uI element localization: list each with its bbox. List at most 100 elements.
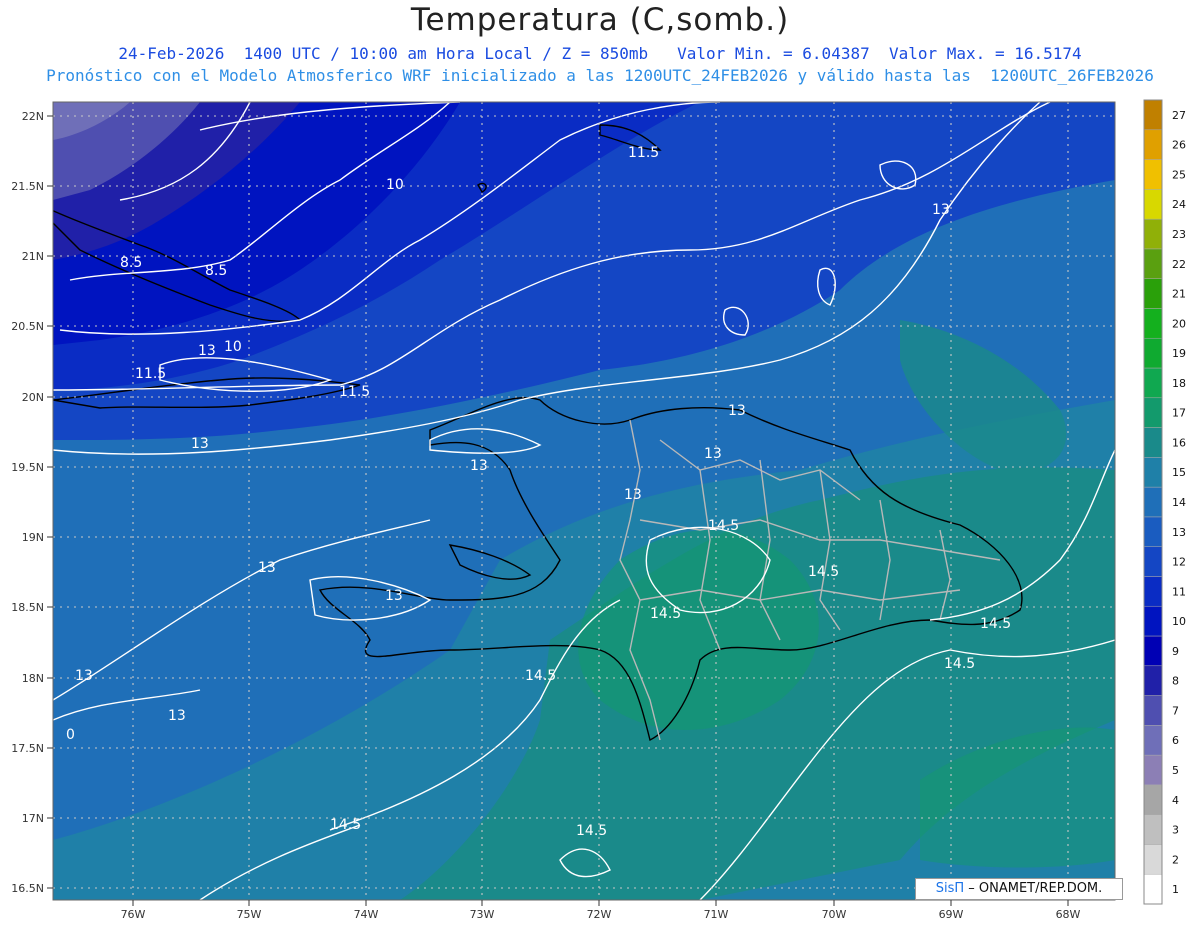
colorbar-level-label: 2	[1172, 853, 1179, 866]
colorbar-swatch	[1143, 814, 1163, 845]
colorbar-swatch	[1143, 873, 1163, 905]
contour-label: 14.5	[330, 817, 361, 833]
longitude-labels: 76W 75W 74W 73W 72W 71W 70W 69W 68W	[121, 908, 1081, 921]
colorbar-level-label: 19	[1172, 347, 1186, 360]
colorbar-swatch	[1143, 189, 1163, 220]
colorbar-swatch	[1143, 546, 1163, 577]
contour-label: 13	[191, 436, 209, 452]
colorbar-swatch	[1143, 605, 1163, 637]
colorbar-swatch	[1143, 308, 1163, 339]
temperature-map: 22N 21.5N 21N 20.5N 20N 19.5N 19N 18.5N …	[11, 99, 1186, 921]
colorbar-swatch	[1143, 218, 1163, 250]
colorbar-level-label: 16	[1172, 436, 1186, 449]
colorbar-level-label: 5	[1172, 764, 1179, 777]
contour-label: 13	[624, 487, 642, 503]
lon-label: 75W	[237, 908, 262, 921]
contour-label: 11.5	[135, 366, 166, 382]
colorbar-swatch	[1143, 784, 1163, 815]
colorbar-level-label: 10	[1172, 615, 1186, 628]
colorbar-level-label: 11	[1172, 585, 1186, 598]
lat-label: 18.5N	[11, 601, 44, 614]
colorbar-swatch	[1143, 576, 1163, 607]
lon-label: 70W	[822, 908, 847, 921]
lon-label: 73W	[470, 908, 495, 921]
credit-text: – ONAMET/REP.DOM.	[968, 881, 1103, 896]
color-scale-legend: 1234567891011121314151617181920212223242…	[1143, 99, 1186, 905]
colorbar-swatch	[1143, 754, 1163, 786]
colorbar-swatch	[1143, 844, 1163, 875]
contour-label: 0	[66, 727, 75, 743]
lon-label: 74W	[354, 908, 379, 921]
colorbar-level-label: 20	[1172, 317, 1186, 330]
contour-label: 13	[728, 403, 746, 419]
lat-label: 16.5N	[11, 882, 44, 895]
colorbar-level-label: 24	[1172, 198, 1186, 211]
colorbar-swatch	[1143, 367, 1163, 399]
colorbar-swatch	[1143, 665, 1163, 696]
colorbar-swatch	[1143, 427, 1163, 458]
sispi-logo: SisΠ	[935, 881, 965, 896]
colorbar-swatch	[1143, 457, 1163, 488]
lat-label: 22N	[22, 110, 44, 123]
colorbar-level-label: 26	[1172, 139, 1186, 152]
colorbar-swatch	[1143, 337, 1163, 369]
contour-label: 14.5	[980, 616, 1011, 632]
colorbar-swatch	[1143, 725, 1163, 756]
shaded-field	[53, 102, 1115, 900]
contour-label: 13	[704, 446, 722, 462]
contour-label: 14.5	[944, 656, 975, 672]
contour-label: 8.5	[205, 263, 227, 279]
colorbar-level-label: 25	[1172, 168, 1186, 181]
colorbar-swatch	[1143, 248, 1163, 279]
lat-label: 19N	[22, 531, 44, 544]
lat-label: 20N	[22, 391, 44, 404]
colorbar-level-label: 18	[1172, 377, 1186, 390]
colorbar-level-label: 12	[1172, 556, 1186, 569]
colorbar-level-label: 14	[1172, 496, 1186, 509]
credit-box: SisΠ – ONAMET/REP.DOM.	[915, 878, 1123, 900]
colorbar-level-label: 27	[1172, 109, 1186, 122]
colorbar-swatch	[1143, 278, 1163, 309]
lon-label: 69W	[939, 908, 964, 921]
colorbar-level-label: 7	[1172, 704, 1179, 717]
colorbar-level-label: 4	[1172, 794, 1179, 807]
contour-label: 14.5	[525, 668, 556, 684]
lon-label: 76W	[121, 908, 146, 921]
contour-label: 14.5	[708, 518, 739, 534]
lat-label: 19.5N	[11, 461, 44, 474]
colorbar-swatch	[1143, 129, 1163, 160]
contour-label: 13	[470, 458, 488, 474]
lat-label: 17.5N	[11, 742, 44, 755]
colorbar-swatch	[1143, 486, 1163, 518]
colorbar-level-label: 23	[1172, 228, 1186, 241]
lon-label: 71W	[704, 908, 729, 921]
colorbar-level-label: 9	[1172, 645, 1179, 658]
contour-label: 13	[75, 668, 93, 684]
contour-label: 13	[258, 560, 276, 576]
colorbar-level-label: 21	[1172, 288, 1186, 301]
latitude-labels: 22N 21.5N 21N 20.5N 20N 19.5N 19N 18.5N …	[11, 110, 44, 895]
contour-label: 11.5	[339, 384, 370, 400]
contour-label: 14.5	[576, 823, 607, 839]
colorbar-swatch	[1143, 99, 1163, 131]
lat-label: 17N	[22, 812, 44, 825]
contour-label: 14.5	[808, 564, 839, 580]
contour-label: 10	[386, 177, 404, 193]
colorbar-level-label: 22	[1172, 258, 1186, 271]
colorbar-level-label: 8	[1172, 675, 1179, 688]
contour-label: 13	[932, 202, 950, 218]
colorbar-swatch	[1143, 516, 1163, 547]
colorbar-swatch	[1143, 397, 1163, 428]
contour-label: 14.5	[650, 606, 681, 622]
lat-label: 21N	[22, 250, 44, 263]
colorbar-level-label: 3	[1172, 824, 1179, 837]
colorbar-level-label: 13	[1172, 526, 1186, 539]
lat-label: 21.5N	[11, 180, 44, 193]
contour-label: 8.5	[120, 255, 142, 271]
colorbar-level-label: 17	[1172, 407, 1186, 420]
colorbar-swatch	[1143, 159, 1163, 190]
colorbar-level-label: 15	[1172, 466, 1186, 479]
lon-label: 72W	[587, 908, 612, 921]
contour-label: 13	[385, 588, 403, 604]
colorbar-level-label: 6	[1172, 734, 1179, 747]
